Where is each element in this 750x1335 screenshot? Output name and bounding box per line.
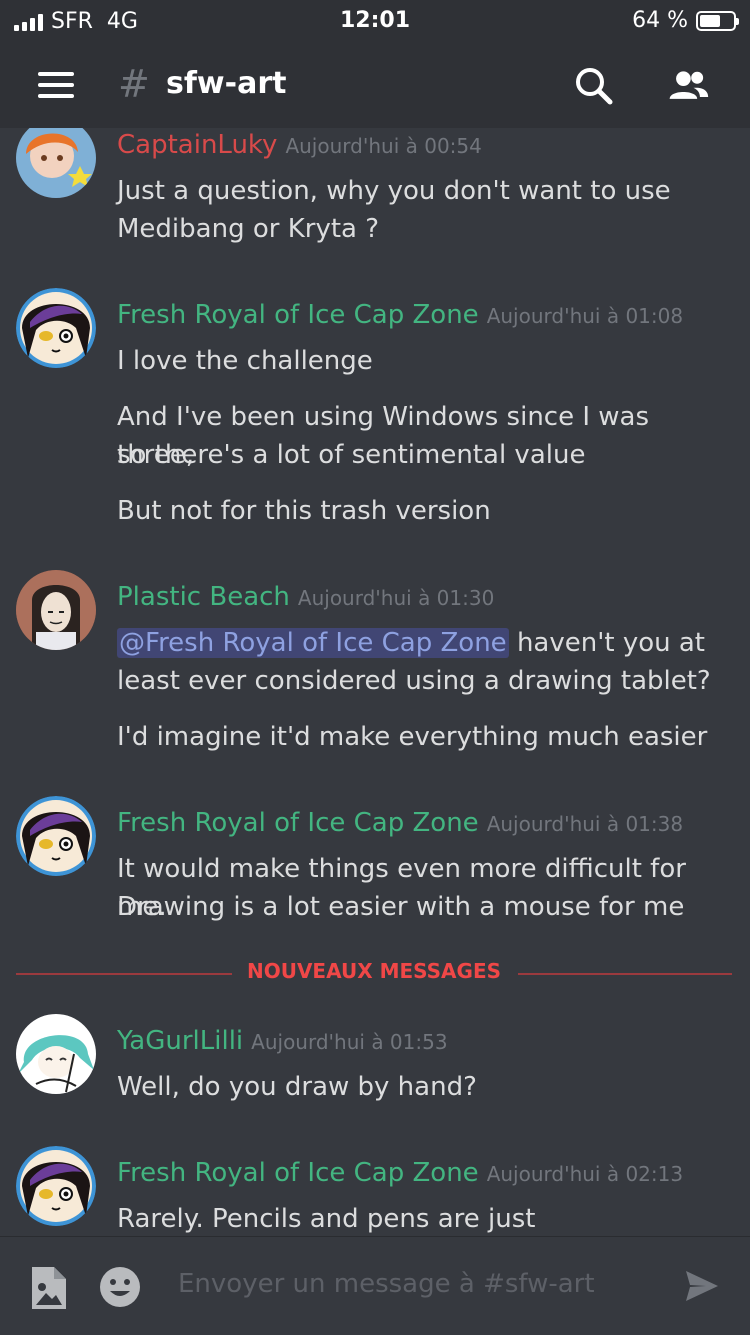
message-text: Well, do you draw by hand?	[117, 1072, 477, 1102]
timestamp: Aujourd'hui à 01:30	[297, 586, 495, 610]
message-text: @Fresh Royal of Ice Cap Zone haven't you…	[117, 624, 727, 662]
username[interactable]: Fresh Royal of Ice Cap Zone Aujourd'hui à…	[117, 1158, 683, 1188]
emoji-icon[interactable]	[98, 1265, 142, 1309]
username[interactable]: Plastic Beach Aujourd'hui à 01:30	[117, 582, 494, 612]
new-messages-divider: NOUVEAUX MESSAGES	[16, 959, 732, 983]
menu-icon[interactable]	[38, 72, 74, 98]
timestamp: Aujourd'hui à 01:53	[251, 1030, 448, 1054]
message-text: Just a question, why you don't want to u…	[117, 176, 671, 206]
channel-hash-icon: #	[118, 62, 150, 106]
new-messages-label: NOUVEAUX MESSAGES	[246, 959, 502, 983]
channel-header: # sfw-art	[0, 42, 750, 128]
message-text: But not for this trash version	[117, 496, 491, 526]
avatar[interactable]	[16, 1014, 96, 1094]
avatar[interactable]	[16, 288, 96, 368]
image-icon[interactable]	[28, 1265, 68, 1311]
message-text: I love the challenge	[117, 346, 373, 376]
username[interactable]: Fresh Royal of Ice Cap Zone Aujourd'hui à…	[117, 808, 683, 838]
avatar[interactable]	[16, 796, 96, 876]
message-text: Rarely. Pencils and pens are just uncomf…	[117, 1204, 536, 1234]
search-icon[interactable]	[572, 64, 616, 108]
timestamp: Aujourd'hui à 01:38	[486, 812, 684, 836]
status-right: 64 %	[632, 8, 739, 33]
username[interactable]: Fresh Royal of Ice Cap Zone Aujourd'hui à…	[117, 300, 683, 330]
timestamp: Aujourd'hui à 01:08	[486, 304, 684, 328]
message-text: so there's a lot of sentimental value	[117, 440, 586, 470]
message-composer: Envoyer un message à #sfw-art	[0, 1236, 750, 1335]
status-bar: SFR 4G 12:01 64 %	[0, 0, 750, 42]
send-icon[interactable]	[684, 1269, 720, 1303]
avatar[interactable]	[16, 128, 96, 198]
message-text: I'd imagine it'd make everything much ea…	[117, 722, 708, 752]
battery-icon	[696, 10, 739, 31]
message-text: Medibang or Kryta ?	[117, 214, 380, 244]
avatar[interactable]	[16, 1146, 96, 1226]
message-text: Drawing is a lot easier with a mouse for…	[117, 892, 685, 922]
message-text: least ever considered using a drawing ta…	[117, 666, 711, 696]
timestamp: Aujourd'hui à 02:13	[486, 1162, 684, 1186]
channel-name[interactable]: sfw-art	[166, 66, 286, 101]
username[interactable]: CaptainLuky Aujourd'hui à 00:54	[117, 130, 482, 160]
message-text-fragment: haven't you at	[508, 628, 705, 658]
message-input[interactable]: Envoyer un message à #sfw-art	[178, 1269, 595, 1299]
timestamp: Aujourd'hui à 00:54	[285, 134, 482, 158]
avatar[interactable]	[16, 570, 96, 650]
battery-percent: 64 %	[632, 8, 688, 33]
username[interactable]: YaGurlLilli Aujourd'hui à 01:53	[117, 1026, 448, 1056]
user-mention[interactable]: @Fresh Royal of Ice Cap Zone	[117, 628, 509, 658]
members-icon[interactable]	[666, 64, 710, 108]
message-list[interactable]: CaptainLuky Aujourd'hui à 00:54 Just a qu…	[0, 128, 750, 1236]
